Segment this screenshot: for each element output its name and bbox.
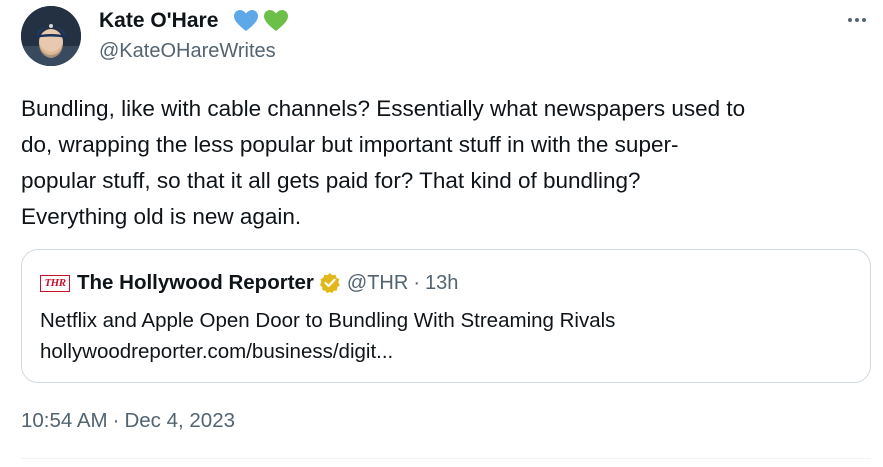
verified-badge-icon	[319, 272, 341, 294]
tweet-timestamp[interactable]: 10:54 AM · Dec 4, 2023	[21, 407, 235, 435]
timestamp-separator: ·	[112, 409, 120, 432]
avatar-photo	[21, 6, 81, 66]
more-dot	[862, 18, 866, 22]
author-handle[interactable]: @KateOHareWrites	[99, 39, 276, 63]
blue-heart-icon	[234, 10, 258, 31]
author-display-name[interactable]: Kate O'Hare	[99, 9, 218, 33]
quote-link[interactable]: hollywoodreporter.com/business/digit...	[40, 339, 393, 365]
tweet-date: Dec 4, 2023	[124, 409, 236, 432]
more-dot	[855, 18, 859, 22]
quote-separator: ·	[413, 271, 420, 294]
quote-header: THR The Hollywood Reporter @THR · 13h	[40, 271, 458, 295]
tweet: Kate O'Hare @KateOHareWrites Bundling, l…	[0, 0, 883, 467]
divider	[21, 458, 871, 459]
tweet-time: 10:54 AM	[21, 409, 108, 432]
green-heart-icon	[264, 10, 288, 31]
more-options-icon[interactable]	[842, 10, 872, 30]
tweet-text-line: Bundling, like with cable channels? Esse…	[21, 96, 746, 121]
tweet-text: Bundling, like with cable channels? Esse…	[21, 91, 876, 235]
more-dot	[848, 18, 852, 22]
quoted-tweet-card[interactable]: THR The Hollywood Reporter @THR · 13h Ne…	[21, 249, 871, 383]
tweet-text-line: Everything old is new again.	[21, 204, 302, 229]
quote-text: Netflix and Apple Open Door to Bundling …	[40, 309, 616, 332]
avatar[interactable]	[21, 6, 81, 66]
tweet-text-line: popular stuff, so that it all gets paid …	[21, 168, 641, 193]
quote-author-handle[interactable]: @THR	[347, 272, 408, 295]
quote-author-name[interactable]: The Hollywood Reporter	[77, 271, 314, 295]
name-emojis	[233, 9, 289, 33]
thr-logo-icon: THR	[40, 274, 70, 292]
quote-timestamp[interactable]: 13h	[425, 272, 458, 295]
tweet-text-line: do, wrapping the less popular but import…	[21, 132, 679, 157]
